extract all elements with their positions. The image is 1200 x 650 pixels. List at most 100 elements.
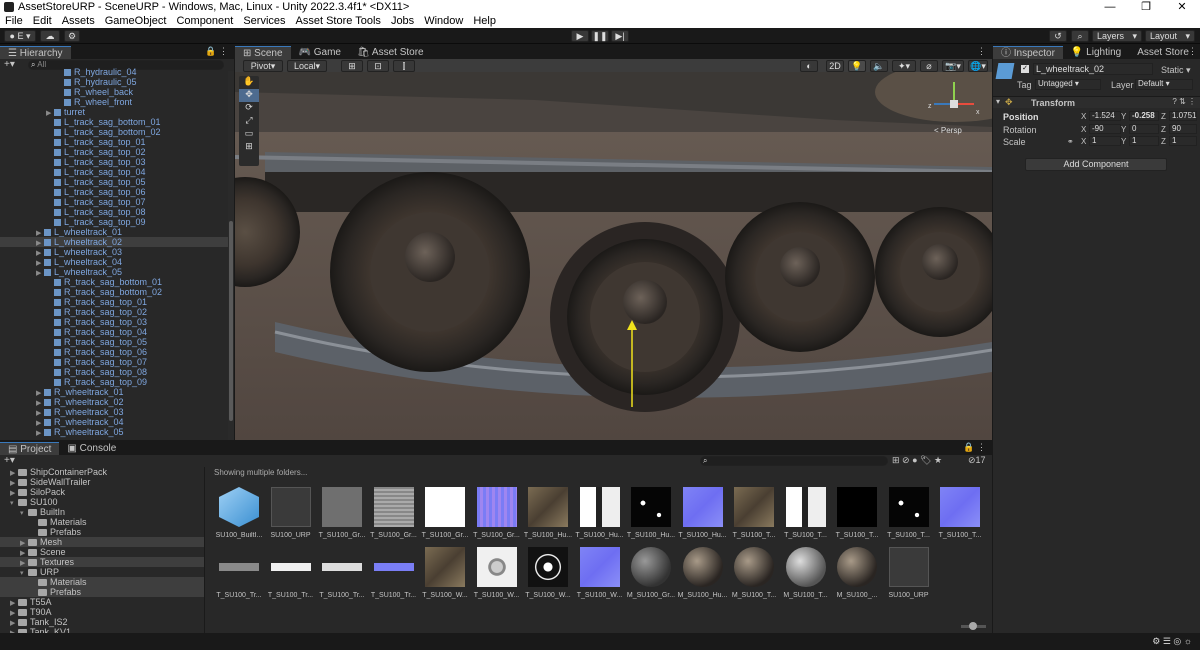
cloud-button[interactable]: ☁ — [40, 30, 60, 42]
hierarchy-item[interactable]: ▶ L_wheeltrack_05 — [0, 267, 228, 277]
perspective-label[interactable]: < Persp — [934, 126, 962, 135]
rotate-tool-icon[interactable]: ⟳ — [239, 102, 259, 115]
sphere-thumbnail-icon[interactable] — [682, 547, 723, 587]
position-z-field[interactable]: 1.0751 — [1169, 111, 1197, 121]
hierarchy-item[interactable]: L_track_sag_bottom_02 — [0, 127, 228, 137]
undo-history-button[interactable]: ↺ — [1049, 30, 1067, 42]
white-thumbnail-icon[interactable] — [425, 487, 465, 527]
gray-thumbnail-icon[interactable] — [322, 487, 362, 527]
hierarchy-item[interactable]: ▶ L_wheeltrack_01 — [0, 227, 228, 237]
mesh-thumbnail-icon[interactable] — [270, 487, 311, 527]
panel-menu-icon[interactable]: 🔒 ⋮ — [205, 46, 228, 57]
status-icons[interactable]: ⚙ ☰ ◎ ☼ — [1152, 636, 1192, 647]
strip-gray-thumbnail-icon[interactable] — [219, 547, 259, 587]
tab-scene[interactable]: ⊞ Scene — [235, 46, 291, 59]
tab-project[interactable]: ▤ Project — [0, 442, 60, 455]
2d-toggle[interactable]: 2D — [826, 60, 844, 72]
local-dropdown[interactable]: Local ▾ — [287, 60, 327, 72]
hand-tool-icon[interactable]: ✋ — [239, 76, 259, 89]
hierarchy-item[interactable]: R_track_sag_top_02 — [0, 307, 228, 317]
hierarchy-item[interactable]: R_track_sag_top_07 — [0, 357, 228, 367]
sphere-grid-thumbnail-icon[interactable] — [631, 547, 671, 587]
scene-viewport[interactable]: ✋ ✥ ⟳ ⤢ ▭ ⊞ z x < Persp — [235, 72, 992, 440]
camo-thumbnail-icon[interactable] — [528, 487, 568, 527]
hierarchy-item[interactable]: R_wheel_back — [0, 87, 228, 97]
zoom-slider-thumb[interactable] — [969, 622, 977, 630]
rotation-z-field[interactable]: 90 — [1169, 124, 1197, 134]
camera-dropdown[interactable]: 📷▾ — [942, 60, 964, 72]
hierarchy-item[interactable]: R_hydraulic_04 — [0, 67, 228, 77]
normal-thumbnail-icon[interactable] — [940, 487, 980, 527]
hierarchy-item[interactable]: L_track_sag_bottom_01 — [0, 117, 228, 127]
snap-increment-button[interactable]: ⊡ — [367, 60, 389, 72]
strip-bw-thumbnail-icon[interactable] — [322, 547, 362, 587]
hierarchy-item[interactable]: R_track_sag_top_09 — [0, 377, 228, 387]
hierarchy-item[interactable]: ▶ R_wheeltrack_01 — [0, 387, 228, 397]
filter-by-type-icon[interactable]: ⊞ ⊘ ● 🏷 ★ — [892, 455, 942, 466]
link-icon[interactable]: ⚭ — [1067, 137, 1074, 146]
folder-item[interactable]: ▶ T90A — [0, 607, 204, 617]
account-button[interactable]: ● E ▾ — [4, 30, 36, 42]
tab-lighting[interactable]: 💡 Lighting — [1063, 46, 1129, 59]
hierarchy-item[interactable]: R_track_sag_top_05 — [0, 337, 228, 347]
transform-tool-icon[interactable]: ⊞ — [239, 141, 259, 154]
scale-z-field[interactable]: 1 — [1169, 136, 1197, 146]
menu-item-file[interactable]: File — [0, 15, 28, 27]
sphere-thumbnail-icon[interactable] — [837, 547, 877, 587]
hierarchy-item[interactable]: R_hydraulic_05 — [0, 77, 228, 87]
rotation-x-field[interactable]: -90 — [1089, 124, 1121, 134]
folder-item[interactable]: ▶ T55A — [0, 597, 204, 607]
add-component-button[interactable]: Add Component — [1025, 158, 1167, 171]
hierarchy-item[interactable]: L_track_sag_top_02 — [0, 147, 228, 157]
hierarchy-item[interactable]: L_track_sag_top_08 — [0, 207, 228, 217]
hierarchy-item[interactable]: ▶ R_wheeltrack_04 — [0, 417, 228, 427]
step-button[interactable]: ▶| — [611, 30, 629, 42]
hierarchy-item[interactable]: ▶ L_wheeltrack_03 — [0, 247, 228, 257]
expand-arrow-icon[interactable]: ▶ — [36, 429, 44, 439]
hierarchy-item[interactable]: L_track_sag_top_01 — [0, 137, 228, 147]
position-y-field[interactable]: -0.258 — [1129, 111, 1159, 121]
folder-item[interactable]: Prefabs — [0, 587, 204, 597]
layout-dropdown[interactable]: Layout ▾ — [1145, 30, 1195, 42]
hierarchy-item[interactable]: R_track_sag_bottom_01 — [0, 277, 228, 287]
tag-dropdown[interactable]: Untagged ▾ — [1035, 79, 1101, 90]
black-spots-thumbnail-icon[interactable] — [888, 487, 929, 527]
hierarchy-item[interactable]: L_track_sag_top_06 — [0, 187, 228, 197]
hierarchy-item[interactable]: R_track_sag_bottom_02 — [0, 287, 228, 297]
folder-item[interactable]: ▾ SU100 — [0, 497, 204, 507]
menu-item-assets[interactable]: Assets — [57, 15, 100, 27]
wheel-white-thumbnail-icon[interactable] — [476, 547, 517, 587]
menu-item-component[interactable]: Component — [171, 15, 238, 27]
scale-x-field[interactable]: 1 — [1089, 136, 1121, 146]
pivot-dropdown[interactable]: Pivot ▾ — [243, 60, 283, 72]
menu-item-asset-store-tools[interactable]: Asset Store Tools — [291, 15, 386, 27]
hierarchy-item[interactable]: R_track_sag_top_01 — [0, 297, 228, 307]
hierarchy-item[interactable]: L_track_sag_top_07 — [0, 197, 228, 207]
tab-asset-store[interactable]: 🛍 Asset Store — [349, 46, 432, 59]
folder-item[interactable]: Prefabs — [0, 527, 204, 537]
camo-thumbnail-icon[interactable] — [734, 487, 774, 527]
hierarchy-item[interactable]: ▶ R_wheeltrack_05 — [0, 427, 228, 437]
expand-arrow-icon[interactable]: ▶ — [10, 629, 18, 633]
hierarchy-item[interactable]: R_track_sag_top_08 — [0, 367, 228, 377]
tank-mesh-thumbnail-icon[interactable] — [888, 547, 929, 587]
active-checkbox[interactable]: ✓ — [1021, 65, 1029, 73]
wheel-black-thumbnail-icon[interactable] — [528, 547, 568, 587]
folder-item[interactable]: ▶ Mesh — [0, 537, 204, 547]
close-button[interactable]: ✕ — [1164, 0, 1200, 14]
search-button[interactable]: ⌕ — [1071, 30, 1089, 42]
lighting-toggle[interactable]: 💡 — [848, 60, 866, 72]
hierarchy-item[interactable]: R_track_sag_top_04 — [0, 327, 228, 337]
folder-item[interactable]: ▶ Tank_KV1 — [0, 627, 204, 633]
tab-inspector[interactable]: ⓘ Inspector — [993, 46, 1063, 59]
layer-dropdown[interactable]: Default ▾ — [1135, 79, 1193, 90]
grid-snap-button[interactable]: ⊞ — [341, 60, 363, 72]
folder-item[interactable]: ▶ SideWallTrailer — [0, 477, 204, 487]
pause-button[interactable]: ❚❚ — [591, 30, 609, 42]
menu-item-edit[interactable]: Edit — [28, 15, 57, 27]
hidden-packages-icon[interactable]: ⊘17 — [968, 455, 986, 466]
hierarchy-item[interactable]: L_track_sag_top_05 — [0, 177, 228, 187]
hierarchy-item[interactable]: L_track_sag_top_04 — [0, 167, 228, 177]
folder-item[interactable]: Materials — [0, 517, 204, 527]
tab-hierarchy[interactable]: ☰ Hierarchy — [0, 46, 71, 59]
